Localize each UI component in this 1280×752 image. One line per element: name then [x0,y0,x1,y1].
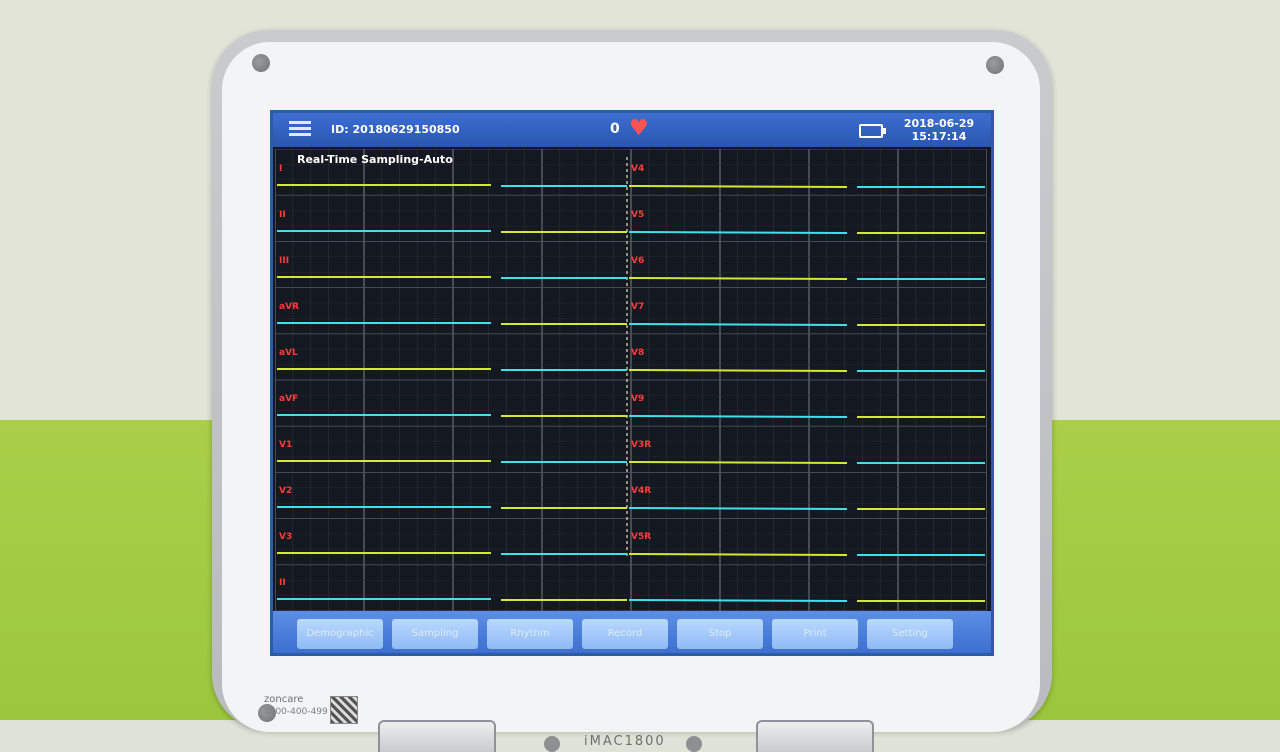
ecg-device: zoncare 4000-400-499 iMAC1800 ID: 201806… [212,30,1052,752]
print-button[interactable]: Print [772,619,858,649]
hardware-button-left[interactable] [378,720,496,752]
lead-label: V1 [279,440,292,450]
lead-label: III [279,256,289,266]
time-text: 15:17:14 [911,130,967,143]
model-label: iMAC1800 [584,734,666,749]
lead-label: V3 [279,532,292,542]
status-bar: ID: 20180629150850 0 ♥ 2018-06-29 15:17:… [273,113,991,147]
heart-icon: ♥ [629,116,649,141]
lead-label: V4R [631,486,651,496]
ecg-trace [628,231,848,234]
ecg-waveform-area: I V4 II V5 III V6 aVR V7 aVL V8 aVF V9 V1 V3R V2 V4R V3 V… [275,149,987,611]
knob-left[interactable] [544,736,560,752]
lead-label: V5 [631,210,644,220]
ecg-trace [628,599,848,602]
patient-id: ID: 20180629150850 [331,123,460,136]
lead-label: V5R [631,532,651,542]
lead-label: V7 [631,302,644,312]
brand-logo: zoncare [264,694,304,705]
lead-label: I [279,164,282,174]
lead-label: V3R [631,440,651,450]
screw-top-left [252,54,270,72]
display-screen: ID: 20180629150850 0 ♥ 2018-06-29 15:17:… [270,110,994,656]
lead-label: V4 [631,164,644,174]
ecg-trace [628,323,848,326]
lead-label: aVF [279,394,298,404]
screw-top-right [986,56,1004,74]
ecg-trace [628,553,848,556]
menu-icon[interactable] [289,121,311,139]
rhythm-button[interactable]: Rhythm [487,619,573,649]
lead-label: II [279,210,286,220]
lead-label: aVL [279,348,298,358]
brand-phone: 4000-400-499 [264,707,328,717]
lead-label: V2 [279,486,292,496]
lead-label: V8 [631,348,644,358]
record-button[interactable]: Record [582,619,668,649]
ecg-trace [628,277,848,280]
lead-label: aVR [279,302,299,312]
softkey-bar: Demographic Sampling Rhythm Record Stop … [273,611,991,653]
datetime: 2018-06-29 15:17:14 [899,117,979,143]
sampling-button[interactable]: Sampling [392,619,478,649]
knob-right[interactable] [686,736,702,752]
battery-icon [859,124,886,138]
lead-label: V9 [631,394,644,404]
stop-button[interactable]: Stop [677,619,763,649]
demographic-button[interactable]: Demographic [297,619,383,649]
ecg-trace [628,507,848,510]
date-text: 2018-06-29 [903,117,975,130]
ecg-grid: I V4 II V5 III V6 aVR V7 aVL V8 aVF V9 V1 V3R V2 V4R V3 V… [275,149,987,611]
sampling-mode-label: Real-Time Sampling-Auto [297,153,453,166]
setting-button[interactable]: Setting [867,619,953,649]
heart-rate-value: 0 [610,121,620,137]
ecg-trace [628,461,848,464]
brand-label: zoncare 4000-400-499 [264,694,328,718]
lead-label: V6 [631,256,644,266]
ecg-trace [628,369,848,372]
ecg-trace [628,185,848,188]
lead-label: II [279,578,286,588]
hardware-button-right[interactable] [756,720,874,752]
ecg-trace [628,415,848,418]
